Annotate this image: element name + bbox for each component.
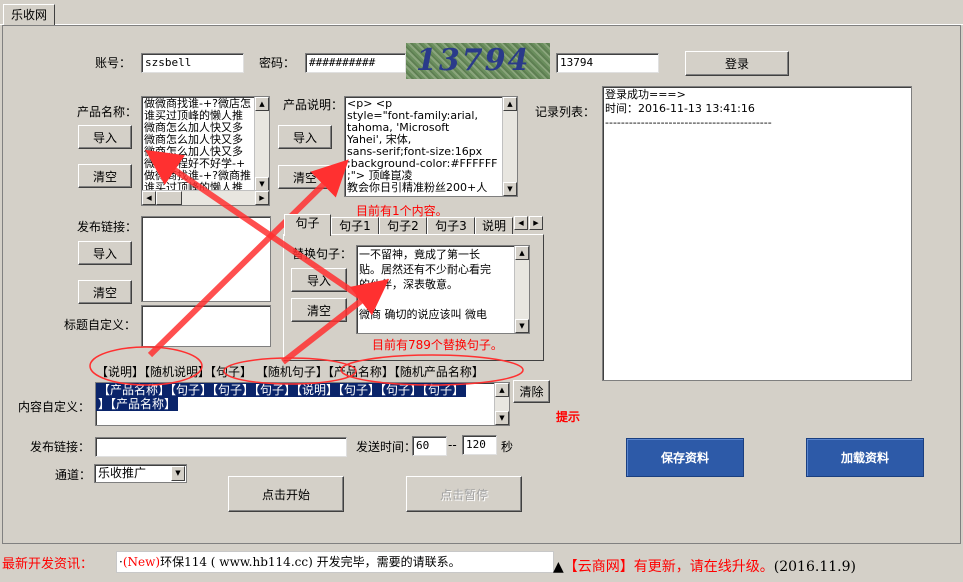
update-text: 【云商网】有更新，请在线升级。 [563,559,774,575]
variable-tags: 【说明】【随机说明】【句子】 【随机句子】【产品名称】【随机产品名称】 [96,365,484,379]
content-custom-textarea[interactable]: 【产品名称】【句子】【句子】【句子】【说明】【句子】【句子】【句子】 】【产品名… [95,382,510,426]
replace-sentence-line: 微商 确切的说应该叫 微电 [359,308,487,321]
password-label: 密码： [259,56,296,70]
replace-sentence-line: 一不留神，竟成了第一长 [359,248,480,261]
pause-button: 点击暂停 [406,476,522,512]
arrow-right-icon[interactable]: ▶ [529,216,543,230]
publish-link2-label: 发布链接： [30,440,91,454]
news-text: 环保114 ( www.hb114.cc) 开发完毕，需要的请联系。 [160,555,461,569]
record-list-label: 记录列表： [535,105,596,119]
publish-link-textarea[interactable] [141,216,271,302]
replace-sentence-line: 贴。居然还有不少耐心看完 [359,263,491,276]
update-notice[interactable]: ▲【云商网】有更新，请在线升级。(2016.11.9) [553,556,856,576]
arrow-up-icon[interactable]: ▲ [503,97,517,111]
product-desc-clear-button[interactable]: 清空 [278,165,332,189]
channel-select[interactable]: 乐收推广 ▼ [94,464,187,483]
tab-sentence-2[interactable]: 句子2 [379,217,427,235]
product-desc-vscroll[interactable]: ▲ ▼ [502,97,517,196]
tab-main[interactable]: 乐收网 [3,4,55,26]
record-line: 登录成功===> [605,88,686,101]
product-name-import-button[interactable]: 导入 [78,125,132,149]
tab-desc[interactable]: 说明 [475,217,513,235]
product-desc-label: 产品说明： [283,98,344,112]
product-desc-import-button[interactable]: 导入 [278,125,332,149]
captcha-image[interactable]: 13794 [406,43,550,79]
account-input[interactable]: szsbell [141,53,244,73]
record-line: 时间：2016-11-13 13:41:16 [605,102,755,115]
content-custom-line: 】【产品名称】 [96,397,179,411]
arrow-down-icon[interactable]: ▼ [495,411,509,425]
login-button[interactable]: 登录 [685,51,789,76]
arrow-down-icon[interactable]: ▼ [255,177,269,191]
update-marker: ▲ [553,559,564,575]
arrow-down-icon[interactable]: ▼ [503,182,517,196]
publish-link2-input[interactable] [95,437,347,457]
replace-sentence-label: 替换句子： [292,247,353,261]
send-time-separator: -- [448,438,457,452]
start-button[interactable]: 点击开始 [228,476,344,512]
record-list-box[interactable]: 登录成功===> 时间：2016-11-13 13:41:16 --------… [602,86,912,381]
product-name-vscroll[interactable]: ▲ ▼ [254,97,269,191]
captcha-input[interactable]: 13794 [556,53,659,73]
arrow-left-icon[interactable]: ◀ [514,216,528,230]
replace-sentence-status: 目前有789个替换句子。 [372,338,503,352]
account-label: 账号： [95,56,132,70]
product-desc-line: 教会你日引精准粉丝200+人 [347,181,488,194]
replace-sentence-line [359,292,513,307]
replace-sentence-textarea[interactable]: 一不留神，竟成了第一长 贴。居然还有不少耐心看完 的伙伴，深表敬意。 微商 确切… [356,245,530,334]
tab-sentence-1[interactable]: 句子1 [331,217,379,235]
product-name-label: 产品名称： [77,105,138,119]
publish-link-label: 发布链接： [77,220,138,234]
title-custom-textarea[interactable] [141,305,271,347]
send-time-from-input[interactable]: 60 [412,436,447,456]
arrow-left-icon[interactable]: ◀ [142,191,156,205]
news-label: 最新开发资讯： [2,557,94,572]
arrow-up-icon[interactable]: ▲ [515,246,529,260]
scroll-thumb[interactable] [156,191,182,205]
dropdown-icon[interactable]: ▼ [171,466,185,481]
update-date: (2016.11.9) [773,559,856,575]
product-name-clear-button[interactable]: 清空 [78,164,132,188]
product-name-textarea[interactable]: 做微商找谁-+?微店怎 谁买过顶峰的懒人推 微商怎么加人快又多 微商怎么加人快又… [141,96,270,206]
save-button[interactable]: 保存资料 [626,438,744,477]
send-time-label: 发送时间： [356,440,417,454]
replace-sentence-clear-button[interactable]: 清空 [291,298,347,322]
content-custom-label: 内容自定义： [18,400,91,414]
captcha-image-text: 13794 [416,43,531,78]
arrow-right-icon[interactable]: ▶ [255,191,269,205]
replace-sentence-import-button[interactable]: 导入 [291,268,347,292]
replace-sentence-line: 的伙伴，深表敬意。 [359,278,458,291]
send-time-to-input[interactable]: 120 [462,435,497,455]
channel-label: 通道： [55,468,92,482]
product-name-hscroll[interactable]: ◀ ▶ [142,190,269,205]
content-clear-button[interactable]: 清除 [513,380,550,403]
news-new-badge: (New) [122,555,161,569]
content-custom-line: 【产品名称】【句子】【句子】【句子】【说明】【句子】【句子】【句子】 [96,383,467,397]
record-line: ----------------------------------------… [605,116,772,129]
title-custom-label: 标题自定义： [64,318,137,332]
channel-value: 乐收推广 [98,466,147,480]
news-ticker[interactable]: ·(New)环保114 ( www.hb114.cc) 开发完毕，需要的请联系。 [116,551,554,573]
content-custom-vscroll[interactable]: ▲ ▼ [494,383,509,425]
tab-sentence[interactable]: 句子 [284,214,331,236]
publish-link-clear-button[interactable]: 清空 [78,280,132,304]
tab-sentence-3[interactable]: 句子3 [427,217,475,235]
password-input[interactable]: ########## [305,53,406,73]
arrow-up-icon[interactable]: ▲ [495,383,509,397]
load-button[interactable]: 加载资料 [806,438,924,477]
arrow-down-icon[interactable]: ▼ [515,319,529,333]
product-desc-textarea[interactable]: <p> <p style="font-family:arial, tahoma,… [344,96,518,197]
replace-sentence-vscroll[interactable]: ▲ ▼ [514,246,529,333]
publish-link-import-button[interactable]: 导入 [78,241,132,265]
arrow-up-icon[interactable]: ▲ [255,97,269,111]
content-hint[interactable]: 提示 [556,408,580,425]
send-time-unit: 秒 [501,440,514,454]
